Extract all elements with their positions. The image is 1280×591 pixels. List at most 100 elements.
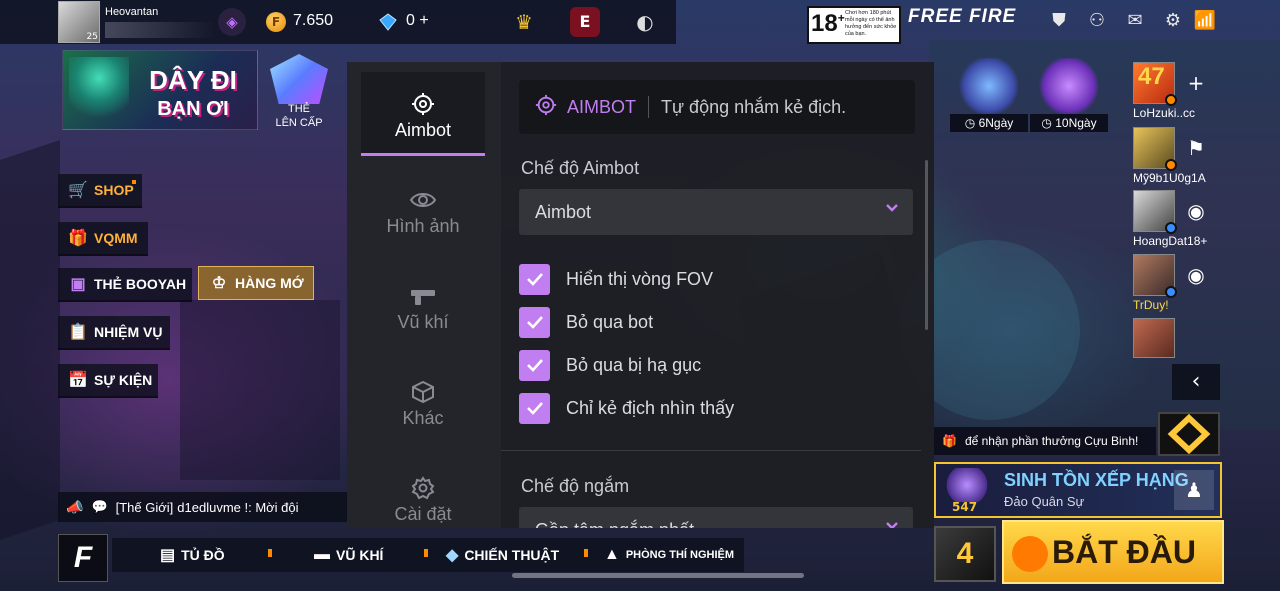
upgrade-card-button[interactable]: THẺ LÊN CẤP: [264, 54, 334, 134]
status-dot: [1165, 286, 1177, 298]
nav-tactics[interactable]: ◆ CHIẾN THUẬT: [446, 538, 559, 572]
username: Heovantan: [105, 6, 159, 18]
tab-label: Hình ảnh: [386, 216, 460, 236]
option-ignore-knocked[interactable]: Bỏ qua bị hạ gục: [519, 349, 701, 381]
checkbox[interactable]: [519, 349, 550, 381]
home-indicator: [512, 573, 804, 578]
settings-content: AIMBOT Tự động nhắm kẻ địch. Chế độ Aimb…: [501, 62, 934, 528]
status-dot: [1165, 94, 1177, 106]
gold-amount: 7.650: [293, 12, 334, 29]
eye-icon[interactable]: ◉: [1183, 198, 1209, 224]
section-description: Tự động nhắm kẻ địch.: [661, 96, 847, 117]
box-icon: [361, 380, 485, 408]
vqmm-button[interactable]: 🎁 VQMM: [58, 222, 148, 256]
game-mode-selector[interactable]: 547 SINH TỒN XẾP HẠNG Đảo Quân Sự ♟: [934, 462, 1222, 518]
ff-menu-button[interactable]: F: [58, 534, 108, 582]
checkbox[interactable]: [519, 306, 550, 338]
gun-icon: ▬: [314, 546, 330, 563]
promo-banner[interactable]: DÂY ĐI BẠN ƠI: [62, 50, 258, 130]
chevron-down-icon: [885, 519, 899, 528]
friend-item[interactable]: 47 LoHzuki..cc +: [1131, 62, 1279, 122]
gear-icon[interactable]: ⚙: [1160, 8, 1186, 34]
elite-pass-icon[interactable]: E: [570, 7, 600, 37]
clock-icon: ◷: [964, 116, 979, 130]
option-visible-only[interactable]: Chỉ kẻ địch nhìn thấy: [519, 392, 734, 424]
player-level: 25: [86, 32, 98, 42]
friend-name: TrDuy!: [1133, 298, 1169, 312]
aim-mode-select[interactable]: Gần tâm ngắm nhất: [519, 507, 913, 528]
option-show-fov[interactable]: Hiển thị vòng FOV: [519, 263, 713, 295]
nav-separator: [268, 549, 272, 557]
status-dot: [1165, 222, 1177, 234]
event-emblem-icon: [958, 58, 1020, 114]
event-card[interactable]: ◷ 6Ngày: [950, 58, 1028, 134]
event-card[interactable]: ◷ 10Ngày: [1030, 58, 1108, 134]
veteran-reward-bar[interactable]: 🎁 để nhận phần thưởng Cựu Binh!: [934, 427, 1156, 455]
friend-name: Mỹ9b1U0g1A: [1133, 171, 1206, 185]
tab-visuals[interactable]: Hình ảnh: [361, 168, 485, 252]
friend-item[interactable]: TrDuy! ◉: [1131, 254, 1279, 314]
mail-icon[interactable]: ✉: [1122, 8, 1148, 34]
settings-sidebar: Aimbot Hình ảnh Vũ khí Khác Cài đặt: [347, 62, 501, 528]
panel-scrollbar[interactable]: [925, 160, 928, 330]
diamond-icon: [379, 13, 397, 31]
guild-icon[interactable]: ◐: [628, 5, 662, 39]
nav-wardrobe[interactable]: ▤ TỦ ĐỒ: [160, 538, 225, 572]
age-rating-badge: 18+ Chơi hơn 180 phút mỗi ngày có thể ản…: [807, 6, 901, 44]
start-button[interactable]: BẮT ĐẦU: [1002, 520, 1224, 584]
calendar-icon: 📅: [68, 372, 88, 389]
shop-button[interactable]: 🛒 SHOP: [58, 174, 142, 208]
missions-button[interactable]: 📋 NHIỆM VỤ: [58, 316, 170, 350]
nav-separator: [584, 549, 588, 557]
friends-icon[interactable]: ⚇: [1084, 8, 1110, 34]
gift-wheel-icon: 🎁: [68, 230, 88, 247]
tab-settings[interactable]: Cài đặt: [361, 456, 485, 528]
friend-item[interactable]: HoangDat18+ ◉: [1131, 190, 1279, 250]
tab-weapons[interactable]: Vũ khí: [361, 264, 485, 348]
character-figure: [69, 57, 129, 127]
diamond-amount[interactable]: 0 +: [406, 12, 429, 30]
booyah-card-button[interactable]: ▣ THẺ BOOYAH: [58, 268, 192, 302]
chat-channel: [Thế Giới]: [115, 499, 174, 515]
friend-item[interactable]: Mỹ9b1U0g1A ⚑: [1131, 127, 1279, 187]
clock-icon: ◷: [1041, 116, 1056, 130]
avatar[interactable]: 25: [58, 1, 100, 43]
option-ignore-bot[interactable]: Bỏ qua bot: [519, 306, 653, 338]
eye-icon[interactable]: ◉: [1183, 262, 1209, 288]
booyah-pass-icon[interactable]: ♛: [507, 5, 541, 39]
add-friend-button[interactable]: +: [1183, 70, 1209, 96]
reward-text: để nhận phần thưởng Cựu Binh!: [964, 434, 1139, 448]
shield-icon[interactable]: ⛊: [1046, 8, 1072, 34]
friend-name: LoHzuki..cc: [1133, 106, 1196, 120]
active-underline: [361, 153, 485, 156]
nav-weapons[interactable]: ▬ VŨ KHÍ: [314, 538, 383, 572]
tab-other[interactable]: Khác: [361, 360, 485, 444]
gold-coin-icon: F: [266, 12, 286, 32]
friend-item[interactable]: [1131, 318, 1279, 358]
event-emblem-icon: [1038, 58, 1100, 114]
reward-emblem-icon[interactable]: [1158, 412, 1220, 456]
upgrade-label: THẺ LÊN CẤP: [275, 103, 323, 129]
checkbox[interactable]: [519, 392, 550, 424]
clipboard-icon: 📋: [68, 324, 88, 341]
collapse-friends-button[interactable]: ‹: [1172, 364, 1220, 400]
option-label: Chỉ kẻ địch nhìn thấy: [566, 397, 735, 418]
aimbot-mode-select[interactable]: Aimbot: [519, 189, 913, 235]
signal-icon[interactable]: 📶: [1192, 8, 1218, 34]
world-chat[interactable]: 📣 💬 [Thế Giới] d1edluvme !: Mời đội: [58, 492, 348, 522]
nav-lab[interactable]: ▲ PHÒNG THÍ NGHIỆM: [604, 538, 734, 572]
friend-avatar: [1133, 318, 1175, 358]
dice-button[interactable]: 4: [934, 526, 996, 582]
option-label: Hiển thị vòng FOV: [566, 268, 714, 289]
user-banner: [105, 22, 215, 38]
aimbot-mode-value: Aimbot: [535, 201, 592, 222]
checkbox[interactable]: [519, 263, 550, 295]
booyah-card-icon: ▣: [70, 276, 86, 293]
event-days: ◷ 10Ngày: [1030, 114, 1108, 132]
mode-map: Đảo Quân Sự: [1004, 494, 1085, 509]
new-items-button[interactable]: ♔ HÀNG MỚ: [198, 266, 314, 300]
rank-emblem-icon[interactable]: ◈: [218, 8, 246, 36]
tab-aimbot[interactable]: Aimbot: [361, 72, 485, 156]
events-button[interactable]: 📅 SỰ KIỆN: [58, 364, 158, 398]
pin-icon[interactable]: ⚑: [1183, 135, 1209, 161]
